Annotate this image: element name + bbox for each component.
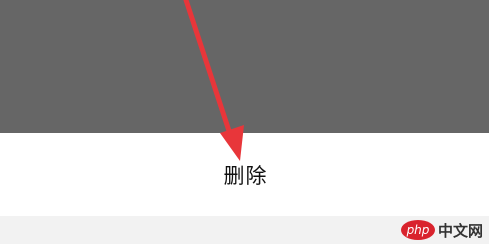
watermark: php 中文网 <box>400 219 483 241</box>
watermark-logo: php <box>400 220 435 240</box>
delete-button[interactable]: 删除 <box>0 133 489 216</box>
watermark-site-text: 中文网 <box>437 221 483 240</box>
action-sheet: 删除 <box>0 133 489 216</box>
screen: 删除 php 中文网 <box>0 0 489 244</box>
delete-label: 删除 <box>223 163 268 188</box>
dim-overlay[interactable] <box>0 0 489 133</box>
